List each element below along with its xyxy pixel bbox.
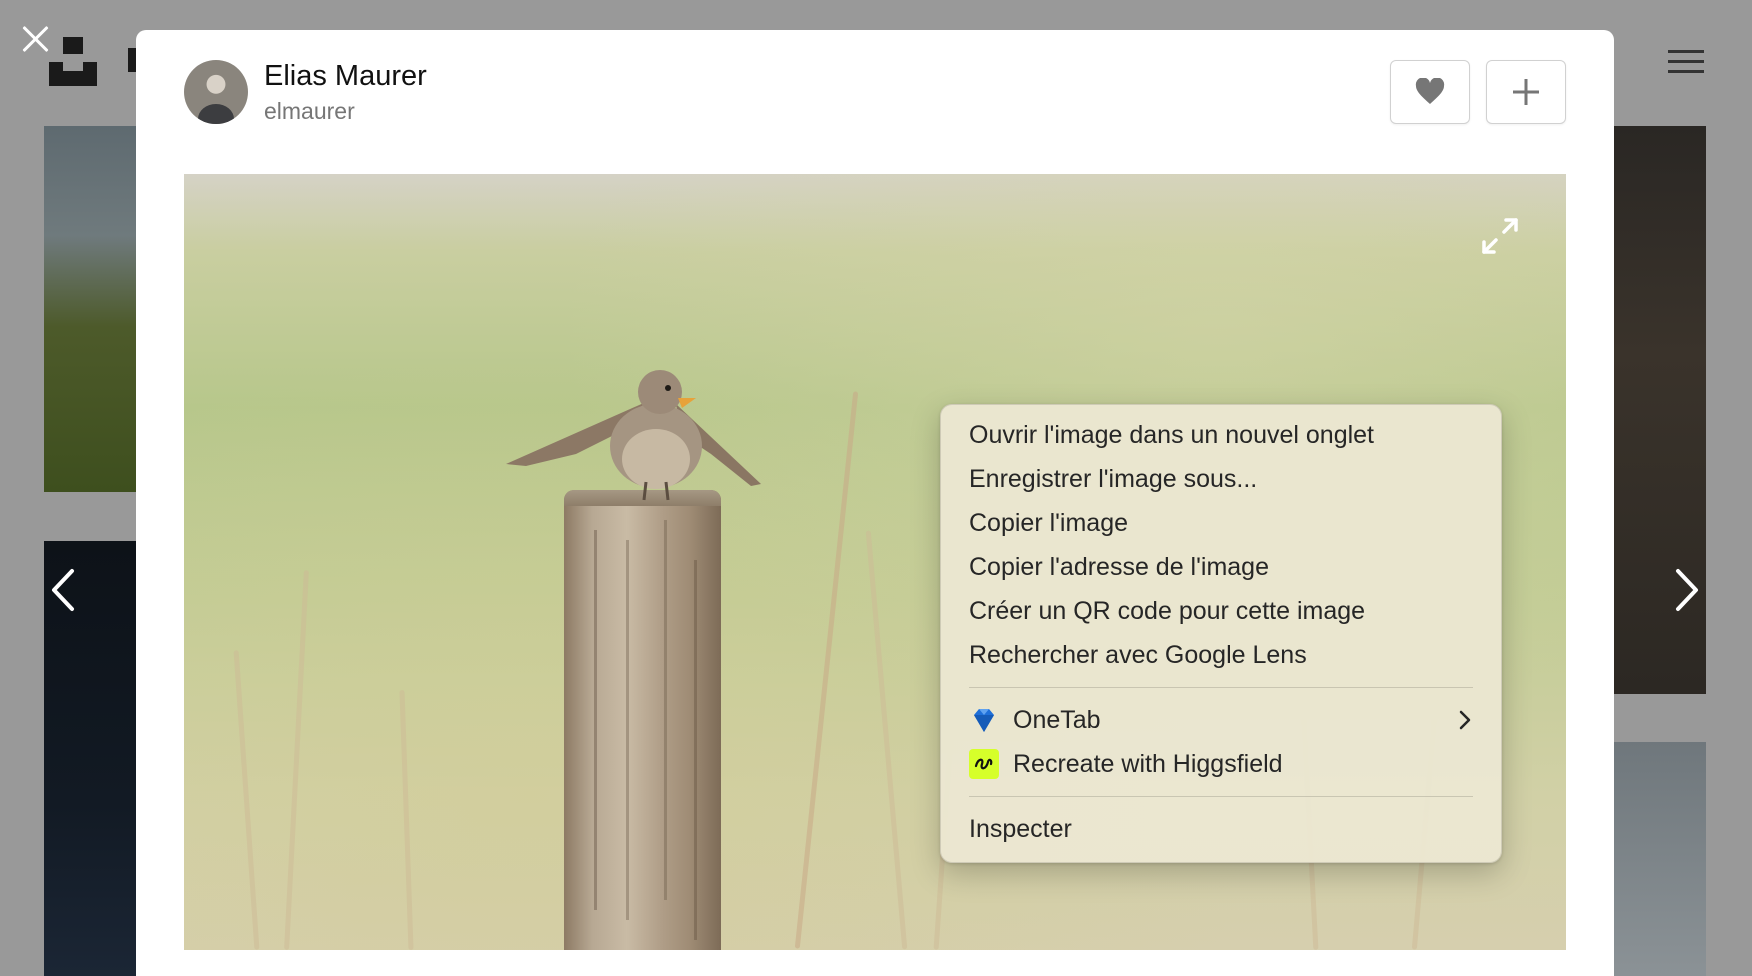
background-photo-tile xyxy=(44,126,136,492)
author-handle[interactable]: elmaurer xyxy=(264,98,355,125)
menu-item-label: Copier l'image xyxy=(969,508,1129,537)
higgsfield-icon xyxy=(969,749,999,779)
menu-item-copy-image[interactable]: Copier l'image xyxy=(941,501,1501,545)
submenu-chevron-right-icon xyxy=(1459,710,1471,730)
context-menu: Ouvrir l'image dans un nouvel onglet Enr… xyxy=(940,404,1502,863)
author-name[interactable]: Elias Maurer xyxy=(264,60,427,93)
menu-item-copy-image-address[interactable]: Copier l'adresse de l'image xyxy=(941,545,1501,589)
bird xyxy=(506,370,761,501)
menu-item-search-google-lens[interactable]: Rechercher avec Google Lens xyxy=(941,633,1501,677)
menu-item-save-image-as[interactable]: Enregistrer l'image sous... xyxy=(941,457,1501,501)
menu-item-open-image-new-tab[interactable]: Ouvrir l'image dans un nouvel onglet xyxy=(941,413,1501,457)
menu-item-label: Enregistrer l'image sous... xyxy=(969,464,1258,493)
heart-icon xyxy=(1415,78,1445,104)
next-photo-chevron-right-icon[interactable] xyxy=(1672,565,1702,615)
menu-item-inspect[interactable]: Inspecter xyxy=(941,807,1501,851)
menu-separator xyxy=(969,796,1473,797)
menu-item-label: Ouvrir l'image dans un nouvel onglet xyxy=(969,420,1375,449)
add-to-collection-button[interactable] xyxy=(1486,60,1566,124)
close-modal-icon[interactable] xyxy=(18,22,52,56)
menu-item-recreate-higgsfield[interactable]: Recreate with Higgsfield xyxy=(941,742,1501,786)
expand-fullscreen-icon[interactable] xyxy=(1480,216,1520,256)
menu-item-label: Inspecter xyxy=(969,814,1072,843)
hamburger-menu-icon[interactable] xyxy=(1668,50,1704,74)
wooden-post xyxy=(564,490,721,950)
background-search-fragment xyxy=(128,48,136,72)
menu-item-label: Copier l'adresse de l'image xyxy=(969,552,1269,581)
menu-item-create-qr-code[interactable]: Créer un QR code pour cette image xyxy=(941,589,1501,633)
background-photo-tile xyxy=(1614,742,1706,976)
previous-photo-chevron-left-icon[interactable] xyxy=(48,565,78,615)
author-avatar[interactable] xyxy=(184,60,248,124)
menu-item-onetab[interactable]: OneTab xyxy=(941,698,1501,742)
plus-icon xyxy=(1513,79,1539,105)
menu-separator xyxy=(969,687,1473,688)
like-button[interactable] xyxy=(1390,60,1470,124)
menu-item-label: Créer un QR code pour cette image xyxy=(969,596,1366,625)
onetab-diamond-icon xyxy=(969,705,999,735)
unsplash-logo[interactable] xyxy=(49,37,99,87)
menu-item-label: OneTab xyxy=(1013,705,1101,734)
menu-item-label: Recreate with Higgsfield xyxy=(1013,749,1283,778)
menu-item-label: Rechercher avec Google Lens xyxy=(969,640,1307,669)
